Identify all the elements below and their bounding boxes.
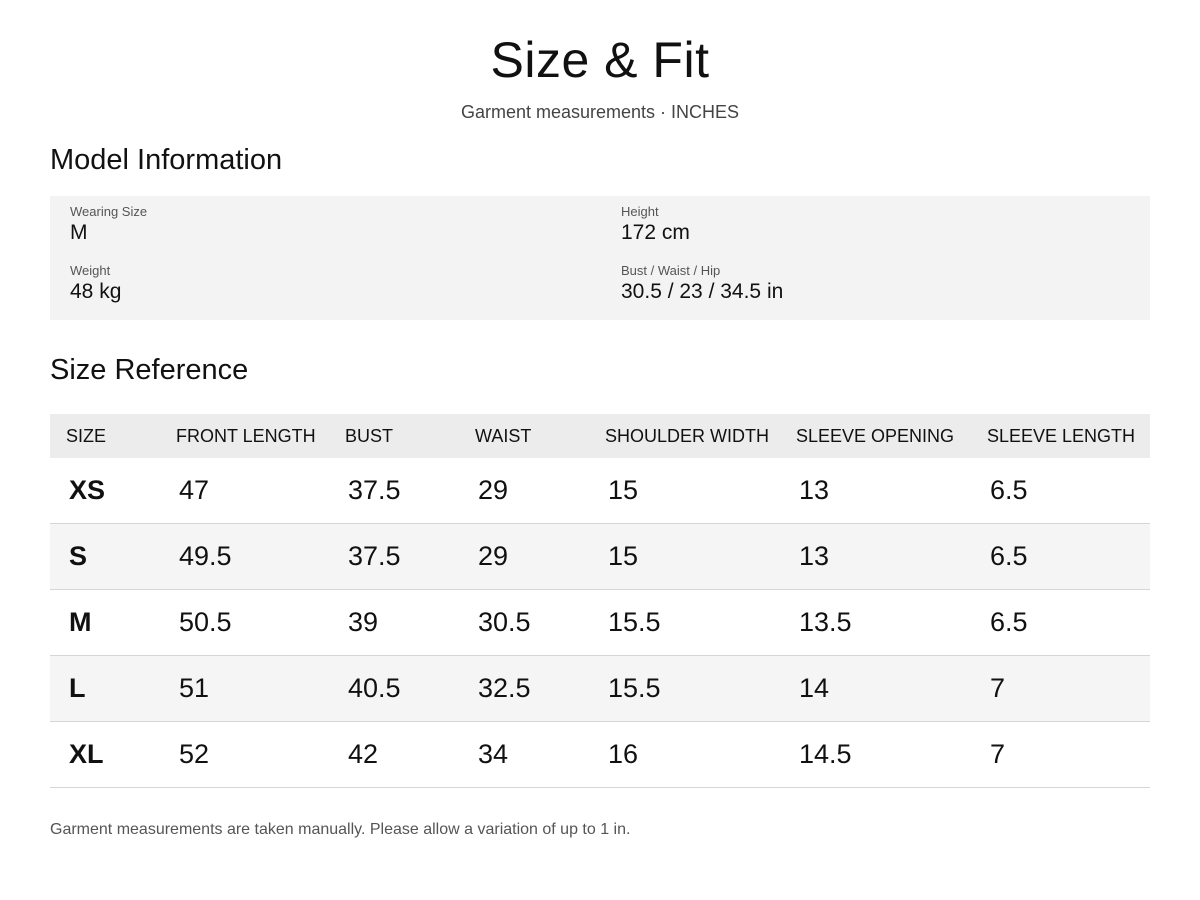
size-cell: XL [50,721,176,788]
wearing-size-label: Wearing Size [70,204,148,219]
size-reference-table: SIZE FRONT LENGTH BUST WAIST SHOULDER WI… [50,414,1150,788]
size-reference-heading: Size Reference [50,354,249,386]
model-wearing-size: Wearing Size M [70,204,147,246]
sleeve-length-cell: 7 [987,655,1150,722]
shoulder-width-cell: 15 [605,523,796,590]
size-cell: L [50,655,176,722]
model-info-heading: Model Information [50,144,283,176]
column-header-sleeve-length: SLEEVE LENGTH [987,414,1150,458]
front-length-cell: 47 [176,458,345,524]
wearing-size-value: M [70,221,88,244]
sleeve-length-cell: 6.5 [987,589,1150,656]
weight-value: 48 kg [70,280,122,303]
size-cell: S [50,523,176,590]
table-row: S 49.5 37.5 29 15 13 6.5 [50,523,1150,590]
model-height: Height 172 cm [621,204,690,246]
waist-cell: 32.5 [475,655,605,722]
bust-cell: 37.5 [345,458,475,524]
bust-cell: 42 [345,721,475,788]
model-weight: Weight 48 kg [70,263,121,305]
waist-cell: 29 [475,458,605,524]
weight-label: Weight [70,263,111,278]
sleeve-opening-cell: 13 [796,523,987,590]
column-header-shoulder-width: SHOULDER WIDTH [605,414,796,458]
waist-cell: 34 [475,721,605,788]
bust-waist-hip-label: Bust / Waist / Hip [621,263,721,278]
shoulder-width-cell: 15.5 [605,655,796,722]
front-length-cell: 50.5 [176,589,345,656]
shoulder-width-cell: 15 [605,458,796,524]
table-header-row: SIZE FRONT LENGTH BUST WAIST SHOULDER WI… [50,414,1150,458]
page-subtitle: Garment measurements · INCHES [460,102,740,122]
measurement-note: Garment measurements are taken manually.… [50,821,631,838]
column-header-sleeve-opening: SLEEVE OPENING [796,414,987,458]
column-header-size: SIZE [50,414,176,458]
bust-cell: 37.5 [345,523,475,590]
column-header-front-length: FRONT LENGTH [176,414,345,458]
page-title: Size & Fit [490,32,710,88]
height-label: Height [621,204,659,219]
table-row: XS 47 37.5 29 15 13 6.5 [50,458,1150,524]
model-bust-waist-hip: Bust / Waist / Hip 30.5 / 23 / 34.5 in [621,263,783,305]
column-header-waist: WAIST [475,414,605,458]
front-length-cell: 49.5 [176,523,345,590]
table-row: M 50.5 39 30.5 15.5 13.5 6.5 [50,589,1150,656]
size-cell: XS [50,458,176,524]
model-info-panel: Wearing Size M Height 172 cm Weight 48 k… [50,196,1150,320]
sleeve-opening-cell: 13.5 [796,589,987,656]
table-row: L 51 40.5 32.5 15.5 14 7 [50,655,1150,722]
sleeve-opening-cell: 14 [796,655,987,722]
sleeve-opening-cell: 14.5 [796,721,987,788]
sleeve-length-cell: 7 [987,721,1150,788]
table-row: XL 52 42 34 16 14.5 7 [50,721,1150,788]
size-cell: M [50,589,176,656]
bust-waist-hip-value: 30.5 / 23 / 34.5 in [621,280,784,303]
bust-cell: 40.5 [345,655,475,722]
bust-cell: 39 [345,589,475,656]
waist-cell: 30.5 [475,589,605,656]
sleeve-length-cell: 6.5 [987,458,1150,524]
sleeve-opening-cell: 13 [796,458,987,524]
column-header-bust: BUST [345,414,475,458]
waist-cell: 29 [475,523,605,590]
sleeve-length-cell: 6.5 [987,523,1150,590]
front-length-cell: 52 [176,721,345,788]
shoulder-width-cell: 15.5 [605,589,796,656]
front-length-cell: 51 [176,655,345,722]
shoulder-width-cell: 16 [605,721,796,788]
height-value: 172 cm [621,221,690,244]
